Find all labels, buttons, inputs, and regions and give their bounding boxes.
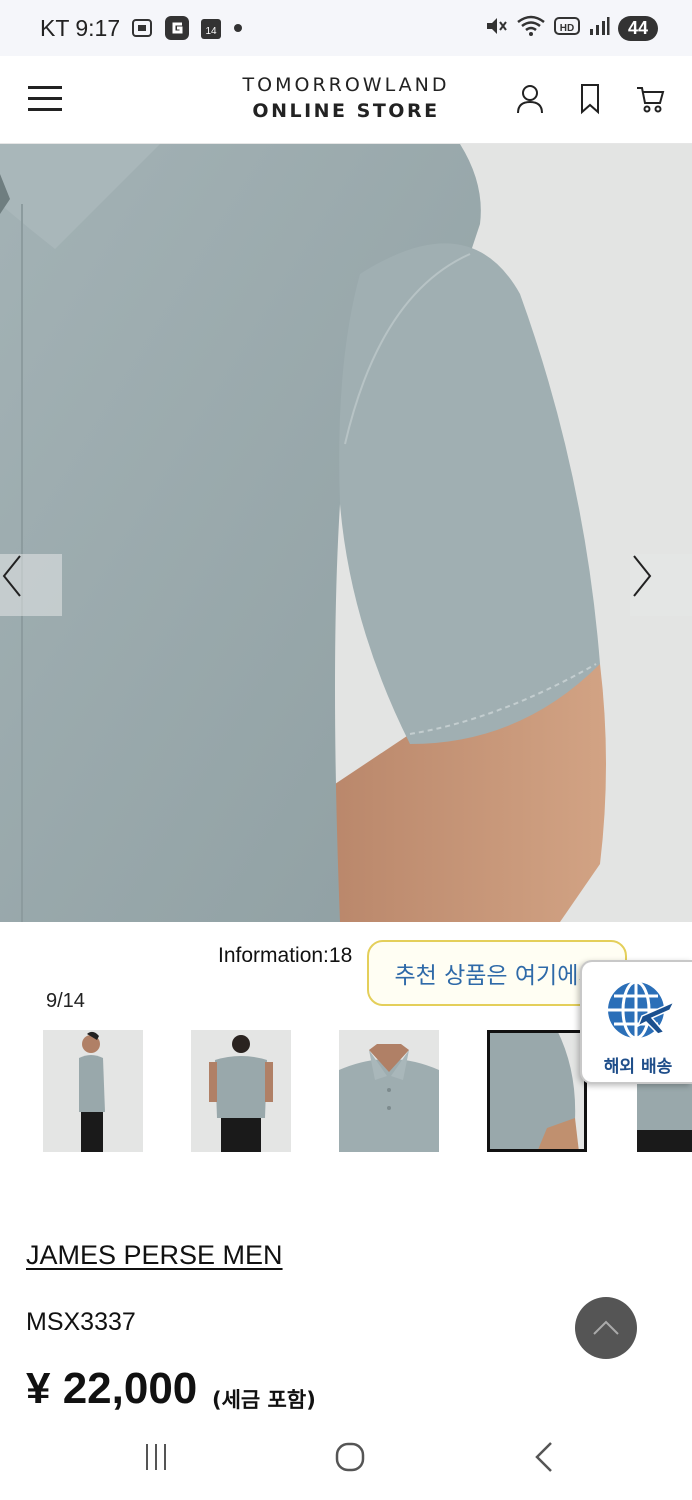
price-tax-note: (세금 포함) xyxy=(212,1388,316,1412)
hd-icon: HD xyxy=(554,16,580,41)
thumbnail-collar-front[interactable] xyxy=(339,1030,439,1152)
image-counter: 9/14 xyxy=(46,990,85,1012)
thumbnail-strip xyxy=(43,1030,587,1152)
globe-plane-icon xyxy=(602,974,676,1053)
chevron-right-icon xyxy=(633,555,652,597)
scroll-to-top-button[interactable] xyxy=(575,1297,637,1359)
menu-icon[interactable] xyxy=(28,84,64,114)
bookmark-icon[interactable] xyxy=(574,82,606,116)
recommend-text: 추천 상품은 여기에서 xyxy=(394,963,600,989)
overseas-label: 해외 배송 xyxy=(603,1057,673,1077)
product-main-image[interactable] xyxy=(0,144,692,922)
battery-badge: 44 xyxy=(618,16,658,41)
overseas-shipping-button[interactable]: 해외 배송 xyxy=(580,960,692,1084)
system-nav-bar xyxy=(0,1415,692,1500)
chevron-left-icon xyxy=(2,555,21,597)
signal-icon xyxy=(588,16,610,41)
product-sku: MSX3337 xyxy=(26,1308,136,1336)
notification-dot-icon xyxy=(232,22,244,34)
brand-link[interactable]: JAMES PERSE MEN xyxy=(26,1240,283,1271)
calendar-icon: 14 xyxy=(200,16,222,40)
svg-text:HD: HD xyxy=(560,23,574,34)
chevron-up-icon xyxy=(593,1320,619,1335)
cart-icon[interactable] xyxy=(634,82,666,116)
product-price: ¥ 22,000 xyxy=(26,1364,198,1413)
back-icon[interactable] xyxy=(524,1439,564,1475)
account-icon[interactable] xyxy=(514,82,546,116)
image-info-text: Information:18 xyxy=(218,944,353,967)
next-image-button[interactable] xyxy=(630,554,692,616)
thumbnail-sleeve-detail[interactable] xyxy=(487,1030,587,1152)
svg-text:14: 14 xyxy=(206,26,218,37)
thumbnail-back-view[interactable] xyxy=(191,1030,291,1152)
screenshot-icon xyxy=(130,17,154,39)
recent-apps-icon[interactable] xyxy=(136,1439,176,1475)
thumbnail-side-view[interactable] xyxy=(43,1030,143,1152)
wifi-icon xyxy=(516,14,546,43)
home-icon[interactable] xyxy=(330,1439,370,1475)
status-bar: KT 9:17 14 HD 44 xyxy=(0,0,692,56)
carrier-time: KT 9:17 xyxy=(40,14,121,41)
site-header: TOMORROWLAND ONLINE STORE xyxy=(0,56,692,144)
mute-icon xyxy=(484,15,508,42)
prev-image-button[interactable] xyxy=(0,554,62,616)
g-app-icon xyxy=(164,15,190,41)
